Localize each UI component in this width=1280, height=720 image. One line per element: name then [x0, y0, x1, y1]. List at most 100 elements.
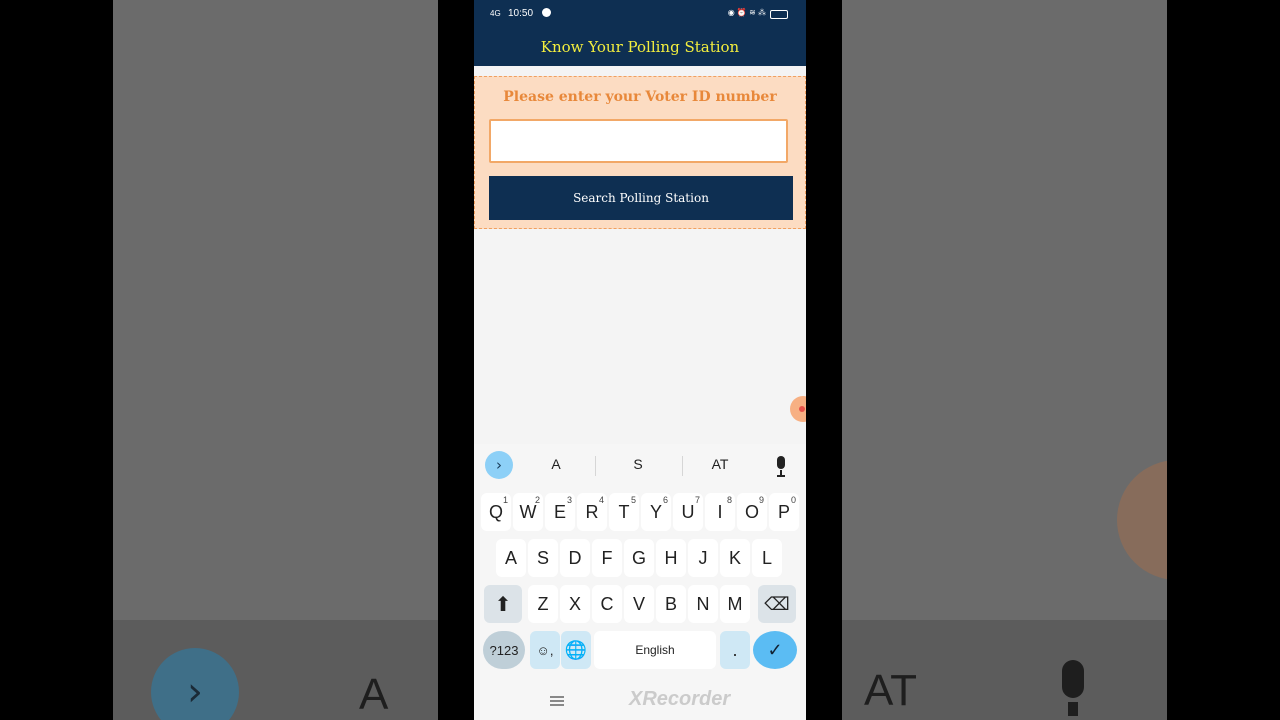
- suggestion-item[interactable]: A: [526, 456, 586, 472]
- key-u[interactable]: U7: [673, 493, 703, 531]
- recorder-watermark: XRecorder: [629, 688, 731, 710]
- key-g[interactable]: G: [624, 539, 654, 577]
- key-f[interactable]: F: [592, 539, 622, 577]
- key-letter: O: [744, 501, 759, 522]
- key-e[interactable]: E3: [545, 493, 575, 531]
- keyboard: › A S AT Q1W2E3R4T5Y6U7I8O9P0 ASDFGHJKL …: [474, 444, 806, 720]
- key-v[interactable]: V: [624, 585, 654, 623]
- key-number-hint: 2: [534, 495, 540, 505]
- key-letter: S: [536, 547, 549, 568]
- key-y[interactable]: Y6: [641, 493, 671, 531]
- key-letter: Y: [649, 501, 662, 522]
- blurred-letter: A: [359, 670, 389, 719]
- suggestion-item[interactable]: AT: [690, 456, 750, 472]
- key-t[interactable]: T5: [609, 493, 639, 531]
- key-x[interactable]: X: [560, 585, 590, 623]
- symbols-key[interactable]: ?123: [483, 631, 525, 669]
- key-h[interactable]: H: [656, 539, 686, 577]
- key-a[interactable]: A: [496, 539, 526, 577]
- signal-icon: 4G: [490, 9, 501, 18]
- key-letter: M: [727, 593, 743, 614]
- key-number-hint: 7: [694, 495, 700, 505]
- blurred-floating-dot: [1117, 460, 1167, 580]
- key-number-hint: 6: [662, 495, 668, 505]
- chevron-right-icon[interactable]: ›: [485, 451, 513, 479]
- key-letter: V: [632, 593, 645, 614]
- key-letter: N: [696, 593, 710, 614]
- key-b[interactable]: B: [656, 585, 686, 623]
- emoji-comma-key[interactable]: ☺,: [530, 631, 560, 669]
- menu-icon[interactable]: [550, 696, 564, 706]
- phone-screen: 4G 10:50 ◉ ⏰ ≋ ⁂ Know Your Polling Stati…: [474, 0, 806, 720]
- blurred-mic-icon: [1062, 660, 1084, 698]
- key-o[interactable]: O9: [737, 493, 767, 531]
- key-r[interactable]: R4: [577, 493, 607, 531]
- key-m[interactable]: M: [720, 585, 750, 623]
- key-d[interactable]: D: [560, 539, 590, 577]
- key-letter: B: [664, 593, 677, 614]
- key-i[interactable]: I8: [705, 493, 735, 531]
- battery-icon: [770, 10, 788, 19]
- search-polling-station-button[interactable]: Search Polling Station: [489, 176, 793, 220]
- key-number-hint: 0: [790, 495, 796, 505]
- key-letter: T: [618, 501, 630, 522]
- blurred-background-right: AT: [842, 0, 1167, 720]
- navigation-bar: XRecorder: [474, 684, 806, 720]
- period-key[interactable]: .: [720, 631, 750, 669]
- key-letter: P: [777, 501, 790, 522]
- key-n[interactable]: N: [688, 585, 718, 623]
- key-number-hint: 5: [630, 495, 636, 505]
- blurred-mic-base: [1068, 702, 1078, 716]
- page-title: Know Your Polling Station: [540, 38, 740, 56]
- key-letter: Q: [488, 501, 503, 522]
- key-letter: G: [631, 547, 646, 568]
- key-letter: E: [553, 501, 566, 522]
- suggestion-item[interactable]: S: [608, 456, 668, 472]
- key-number-hint: 4: [598, 495, 604, 505]
- blurred-chevron-icon: ›: [151, 648, 239, 720]
- key-q[interactable]: Q1: [481, 493, 511, 531]
- key-number-hint: 3: [566, 495, 572, 505]
- key-p[interactable]: P0: [769, 493, 799, 531]
- key-letter: L: [761, 547, 772, 568]
- voter-id-input[interactable]: [489, 119, 788, 163]
- key-letter: U: [681, 501, 695, 522]
- key-j[interactable]: J: [688, 539, 718, 577]
- mic-icon[interactable]: [774, 456, 788, 478]
- space-key[interactable]: English: [594, 631, 716, 669]
- suggestion-divider: [682, 456, 683, 476]
- key-number-hint: 9: [758, 495, 764, 505]
- key-s[interactable]: S: [528, 539, 558, 577]
- key-z[interactable]: Z: [528, 585, 558, 623]
- key-letter: X: [568, 593, 581, 614]
- app-header: Know Your Polling Station: [474, 28, 806, 66]
- key-letter: J: [698, 547, 708, 568]
- shift-key[interactable]: ⬆: [484, 585, 522, 623]
- blurred-letter: AT: [864, 666, 917, 715]
- key-letter: F: [601, 547, 613, 568]
- key-c[interactable]: C: [592, 585, 622, 623]
- voter-id-label: Please enter your Voter ID number: [503, 89, 777, 105]
- key-letter: I: [717, 501, 723, 522]
- voter-id-form: Please enter your Voter ID number Search…: [474, 76, 806, 229]
- floating-recorder-button[interactable]: [790, 396, 806, 422]
- key-letter: R: [585, 501, 599, 522]
- notification-icon: [542, 8, 551, 17]
- key-l[interactable]: L: [752, 539, 782, 577]
- status-time: 10:50: [508, 8, 534, 19]
- key-letter: K: [728, 547, 741, 568]
- key-number-hint: 8: [726, 495, 732, 505]
- globe-icon[interactable]: 🌐: [561, 631, 591, 669]
- key-w[interactable]: W2: [513, 493, 543, 531]
- key-letter: H: [664, 547, 678, 568]
- key-letter: A: [504, 547, 517, 568]
- key-letter: C: [600, 593, 614, 614]
- suggestion-divider: [595, 456, 596, 476]
- enter-key[interactable]: ✓: [753, 631, 797, 669]
- blurred-background-left: › A: [113, 0, 438, 720]
- key-number-hint: 1: [502, 495, 508, 505]
- key-letter: W: [519, 501, 537, 522]
- key-k[interactable]: K: [720, 539, 750, 577]
- status-bar: 4G 10:50 ◉ ⏰ ≋ ⁂: [474, 0, 806, 28]
- backspace-key[interactable]: ⌫: [758, 585, 796, 623]
